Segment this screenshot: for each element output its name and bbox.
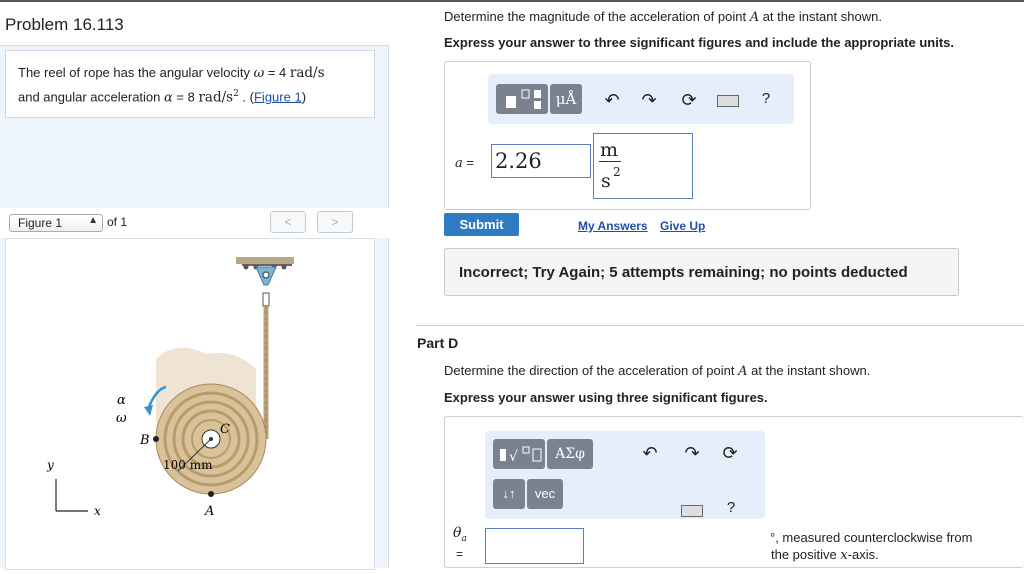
alpha-symbol: α — [164, 90, 173, 106]
part-d-heading[interactable]: Part D — [417, 335, 458, 351]
theta-subscript: a — [461, 533, 467, 544]
next-figure-button[interactable]: > — [317, 211, 353, 233]
redo-icon[interactable]: ↷ — [682, 443, 702, 464]
y-axis-label: y — [46, 458, 54, 472]
part-c-instruction: Express your answer to three significant… — [444, 35, 954, 50]
fraction-bar — [599, 161, 621, 162]
statement-text: . ( — [238, 89, 254, 105]
template-button[interactable]: √ — [493, 439, 545, 469]
template-sqrt-icon: √ — [500, 446, 542, 465]
arrowhead-icon — [144, 405, 153, 416]
sort-button[interactable]: ↓↑ — [493, 479, 525, 509]
section-divider — [416, 325, 1024, 326]
point-a — [208, 491, 214, 497]
point-b — [153, 436, 159, 442]
part-d-question: Determine the direction of the accelerat… — [444, 363, 870, 379]
omega-unit: rad/s — [289, 65, 325, 81]
point-symbol: A — [738, 364, 748, 379]
figure-select[interactable]: Figure 1 ▲ — [9, 214, 103, 232]
part-d-toolbar: √ ΑΣφ ↶ ↷ ⟳ ↓↑ vec ? — [485, 431, 765, 519]
statement-text: ) — [301, 89, 307, 105]
eq-text: = 4 — [264, 65, 290, 80]
prev-figure-button[interactable]: < — [270, 211, 306, 233]
statement-text: The reel of rope has the angular velocit… — [18, 65, 254, 80]
bolt — [243, 264, 249, 270]
template-button[interactable] — [496, 84, 548, 114]
units-input[interactable]: m s 2 — [593, 133, 693, 199]
template-icon — [506, 89, 541, 109]
part-c-question: Determine the magnitude of the accelerat… — [444, 9, 882, 25]
part-d-answer-box: √ ΑΣφ ↶ ↷ ⟳ ↓↑ vec ? θa = °, measured co… — [444, 416, 1024, 568]
c-label: C — [220, 422, 230, 437]
keyboard-icon[interactable] — [717, 95, 739, 107]
answer-panel: Determine the magnitude of the accelerat… — [390, 2, 1024, 568]
select-arrows-icon: ▲ — [88, 215, 98, 226]
figure-select-value: Figure 1 — [18, 216, 63, 230]
undo-icon[interactable]: ↶ — [602, 90, 622, 111]
dimension-label: 100 mm — [163, 458, 213, 472]
direction-input[interactable] — [485, 528, 584, 564]
question-text: at the instant shown. — [759, 9, 882, 24]
vector-button[interactable]: vec — [527, 479, 563, 509]
alpha-unit: rad/s — [198, 89, 234, 106]
point-symbol: A — [749, 10, 760, 25]
svg-text:√: √ — [509, 449, 518, 465]
question-text: Determine the direction of the accelerat… — [444, 363, 739, 378]
keyboard-icon[interactable] — [681, 505, 703, 517]
variable-symbol: a — [455, 156, 463, 171]
question-text: at the instant shown. — [747, 363, 871, 378]
statement-text: and angular acceleration — [18, 89, 164, 105]
undo-icon[interactable]: ↶ — [640, 443, 660, 464]
part-d-instruction: Express your answer using three signific… — [444, 390, 768, 405]
theta-equals: = — [456, 547, 464, 561]
omega-symbol: ω — [253, 66, 265, 81]
figure-nav-bar: Figure 1 ▲ of 1 < > — [0, 208, 389, 238]
feedback-message: Incorrect; Try Again; 5 attempts remaini… — [444, 248, 959, 296]
reset-icon[interactable]: ⟳ — [679, 90, 699, 111]
x-axis-label: x — [94, 504, 101, 518]
problem-title: Problem 16.113 — [0, 2, 389, 46]
submit-button[interactable]: Submit — [444, 213, 519, 236]
direction-suffix-line2: the positive x-axis. — [771, 547, 879, 563]
reset-icon[interactable]: ⟳ — [720, 443, 740, 464]
give-up-link[interactable]: Give Up — [660, 219, 705, 233]
part-c-toolbar: μÅ ↶ ↷ ⟳ ? — [488, 74, 794, 124]
units-button[interactable]: μÅ — [550, 84, 582, 114]
problem-panel: Problem 16.113 The reel of rope has the … — [0, 2, 389, 570]
redo-icon[interactable]: ↷ — [639, 90, 659, 111]
greek-button[interactable]: ΑΣφ — [547, 439, 593, 469]
axis-symbol: x — [840, 548, 848, 563]
alpha-label: α — [117, 393, 126, 408]
suffix-text: the positive — [771, 547, 841, 562]
variable-equals: = — [462, 155, 474, 170]
pin — [262, 271, 270, 279]
problem-statement: The reel of rope has the angular velocit… — [5, 50, 375, 118]
a-label: A — [204, 504, 214, 519]
rope-clip — [262, 292, 270, 307]
help-button[interactable]: ? — [721, 499, 741, 516]
unit-denominator: s — [601, 170, 611, 192]
bolt — [281, 264, 287, 270]
b-label: B — [139, 433, 150, 448]
figure-canvas: α ω B C A 100 mm y x — [5, 238, 375, 570]
variable-label: a = — [455, 155, 474, 171]
unit-numerator: m — [600, 139, 619, 161]
help-button[interactable]: ? — [756, 90, 776, 107]
my-answers-link[interactable]: My Answers — [578, 219, 648, 233]
suffix-text: -axis. — [847, 547, 879, 562]
theta-label: θa — [453, 525, 467, 544]
magnitude-input[interactable]: 2.26 — [491, 144, 591, 178]
figure-count: of 1 — [107, 215, 128, 229]
reel-diagram: α ω B C A 100 mm y x — [46, 257, 294, 519]
ceiling-plate — [236, 257, 294, 264]
figure-link[interactable]: Figure 1 — [254, 89, 302, 104]
unit-exponent: 2 — [613, 165, 621, 179]
direction-suffix-line1: °, measured counterclockwise from — [770, 530, 973, 545]
question-text: Determine the magnitude of the accelerat… — [444, 9, 750, 24]
omega-label: ω — [116, 411, 127, 426]
eq-text: = 8 — [172, 89, 199, 105]
part-c-answer-box: μÅ ↶ ↷ ⟳ ? a = 2.26 m s 2 — [444, 61, 811, 210]
